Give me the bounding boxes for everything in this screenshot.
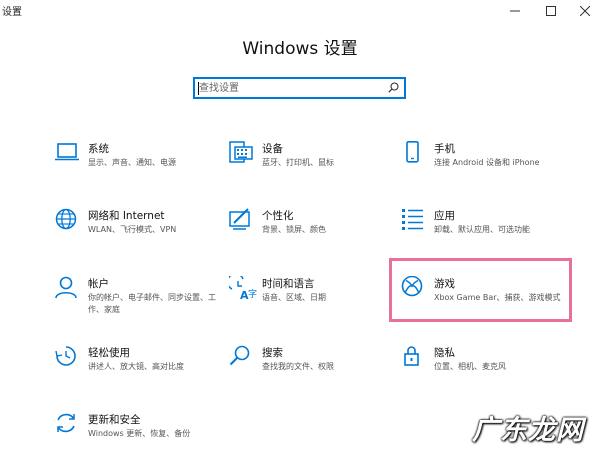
tile-name: 帐户 <box>88 278 109 290</box>
tile-description: 位置、相机、麦克风 <box>434 362 506 371</box>
search-input[interactable] <box>199 80 379 96</box>
tile-personalization[interactable]: 个性化 背景、锁屏、颜色 <box>229 208 394 264</box>
tile-description: 卸载、默认应用、可选功能 <box>434 225 530 234</box>
tile-name: 个性化 <box>262 210 294 222</box>
tile-description: 语音、区域、日期 <box>262 293 326 302</box>
tile-description: 显示、声音、通知、电源 <box>88 158 176 167</box>
search-box[interactable] <box>193 77 406 99</box>
apps-list-icon <box>402 209 423 230</box>
ease-of-access-icon <box>55 346 76 366</box>
tile-update-security[interactable]: 更新和安全 Windows 更新、恢复、备份 <box>55 412 220 468</box>
tile-name: 系统 <box>88 143 109 155</box>
tile-description: 查找我的文件、权限 <box>262 362 334 371</box>
tile-system[interactable]: 系统 显示、声音、通知、电源 <box>55 141 220 197</box>
tile-description: WLAN、飞行模式、VPN <box>88 225 177 234</box>
sync-icon <box>57 413 75 433</box>
maximize-button[interactable] <box>536 0 566 22</box>
tile-ease-of-access[interactable]: 轻松使用 讲述人、放大镜、高对比度 <box>55 345 220 401</box>
tile-devices[interactable]: 设备 蓝牙、打印机、鼠标 <box>229 141 394 197</box>
phone-icon <box>406 141 419 163</box>
close-icon <box>580 6 590 16</box>
minimize-icon <box>510 10 520 12</box>
tile-accounts[interactable]: 帐户 你的帐户、电子邮件、同步设置、工作、家庭 <box>55 276 220 332</box>
tile-name: 搜索 <box>262 347 283 359</box>
tile-name: 应用 <box>434 210 455 222</box>
window-title: 设置 <box>2 7 22 18</box>
maximize-icon <box>546 6 556 16</box>
tile-description: 讲述人、放大镜、高对比度 <box>88 362 184 371</box>
search-icon[interactable] <box>388 82 399 93</box>
lock-icon <box>404 346 419 366</box>
tile-privacy[interactable]: 隐私 位置、相机、麦克风 <box>401 345 566 401</box>
person-icon <box>55 276 77 299</box>
tile-network[interactable]: 网络和 Internet WLAN、飞行模式、VPN <box>55 208 220 264</box>
keyboard-icon <box>229 141 253 163</box>
tile-apps[interactable]: 应用 卸载、默认应用、可选功能 <box>401 208 566 264</box>
tile-description: 蓝牙、打印机、鼠标 <box>262 158 334 167</box>
gaming-highlight-box <box>389 258 572 322</box>
time-language-icon: A 字 <box>229 276 257 302</box>
tile-name: 轻松使用 <box>88 347 130 359</box>
paint-icon <box>229 208 250 230</box>
tile-name: 更新和安全 <box>88 414 141 426</box>
tile-description: 连接 Android 设备和 iPhone <box>434 158 540 167</box>
close-button[interactable] <box>570 0 600 22</box>
tile-description: Windows 更新、恢复、备份 <box>88 429 191 438</box>
page-title: Windows 设置 <box>242 39 358 59</box>
minimize-button[interactable] <box>500 0 530 22</box>
tile-name: 隐私 <box>434 347 455 359</box>
tile-phone[interactable]: 手机 连接 Android 设备和 iPhone <box>401 141 566 197</box>
tile-search[interactable]: 搜索 查找我的文件、权限 <box>229 345 394 401</box>
tile-time-language[interactable]: A 字 时间和语言 语音、区域、日期 <box>229 276 394 332</box>
laptop-icon <box>55 143 79 161</box>
globe-icon <box>55 208 77 230</box>
tile-description: 背景、锁屏、颜色 <box>262 225 326 234</box>
search-icon <box>229 345 250 366</box>
tile-description: 你的帐户、电子邮件、同步设置、工作、家庭 <box>88 293 216 314</box>
watermark: 广东龙网 <box>472 415 584 446</box>
tile-name: 设备 <box>262 143 283 155</box>
tile-name: 时间和语言 <box>262 278 315 290</box>
tile-name: 手机 <box>434 143 455 155</box>
tile-name: 网络和 Internet <box>88 210 165 222</box>
title-bar: 设置 <box>0 0 600 22</box>
svg-text:字: 字 <box>248 288 257 300</box>
